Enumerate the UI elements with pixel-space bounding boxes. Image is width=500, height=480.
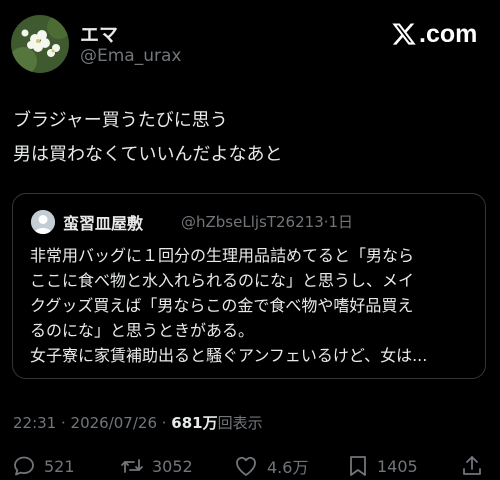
bookmark-count: 1405 (377, 456, 418, 476)
quoted-line: 女子寮に家賃補助出ると騒ぐアンフェいるけど、女は... (30, 346, 428, 365)
author-handle[interactable]: @Ema_urax (80, 46, 181, 66)
share-icon (463, 456, 481, 475)
quoted-line: 非常用バッグに１回分の生理用品詰めてると「男なら (30, 246, 415, 265)
tweet-meta: 22:31 · 2026/07/26 · 681万回表示 (13, 412, 263, 433)
action-bar: 521 3052 4.6万 1405 (0, 450, 500, 480)
reply-count: 521 (44, 456, 75, 476)
views-label: 回表示 (217, 414, 263, 432)
repost-button[interactable]: 3052 (120, 454, 193, 478)
brand-domain-text: .com (419, 19, 478, 48)
reply-icon (14, 456, 34, 476)
repost-count: 3052 (152, 456, 193, 476)
reply-button[interactable]: 521 (12, 454, 75, 478)
default-avatar-icon (31, 210, 55, 234)
bookmark-button[interactable]: 1405 (347, 454, 418, 478)
quoted-line: ここに食べ物と水入れられるのにな」と思うし、メイ (30, 271, 415, 290)
quoted-handle-time: @hZbseLljsT26213·1日 (181, 213, 354, 231)
like-icon (236, 456, 256, 476)
quoted-display-name: 蛮習皿屋敷 (63, 214, 144, 233)
like-button[interactable]: 4.6万 (233, 454, 308, 478)
tweet-line: 男は買わなくていいんだよなあと (13, 144, 283, 165)
x-brand-logo: .com (391, 19, 477, 49)
quoted-author-avatar (31, 210, 55, 234)
like-count: 4.6万 (267, 458, 309, 477)
tweet-card: エマ @Ema_urax .com ブラジャー買うたびに思う 男は買わなくていい… (0, 0, 500, 480)
repost-icon (121, 459, 143, 473)
bookmark-icon (350, 456, 366, 476)
tweet-line: ブラジャー買うたびに思う (13, 110, 228, 131)
x-logo-icon (392, 23, 416, 45)
quoted-tweet[interactable]: 蛮習皿屋敷 @hZbseLljsT26213·1日 非常用バッグに１回分の生理用… (12, 193, 486, 379)
share-button[interactable] (460, 454, 484, 478)
author-display-name[interactable]: エマ (80, 20, 118, 47)
author-avatar[interactable] (11, 15, 69, 73)
quoted-body: 非常用バッグに１回分の生理用品詰めてると「男なら ここに食べ物と水入れられるのに… (30, 243, 475, 368)
tweet-body: ブラジャー買うたびに思う 男は買わなくていいんだよなあと (13, 104, 282, 172)
quoted-line: るのにな」と思うときがある。 (30, 321, 255, 340)
tweet-timestamp: 22:31 · 2026/07/26 · (13, 414, 172, 432)
views-count: 681万 (171, 414, 218, 432)
quoted-line: クグッズ買えば「男ならこの金で食べ物や嗜好品買え (30, 296, 414, 315)
